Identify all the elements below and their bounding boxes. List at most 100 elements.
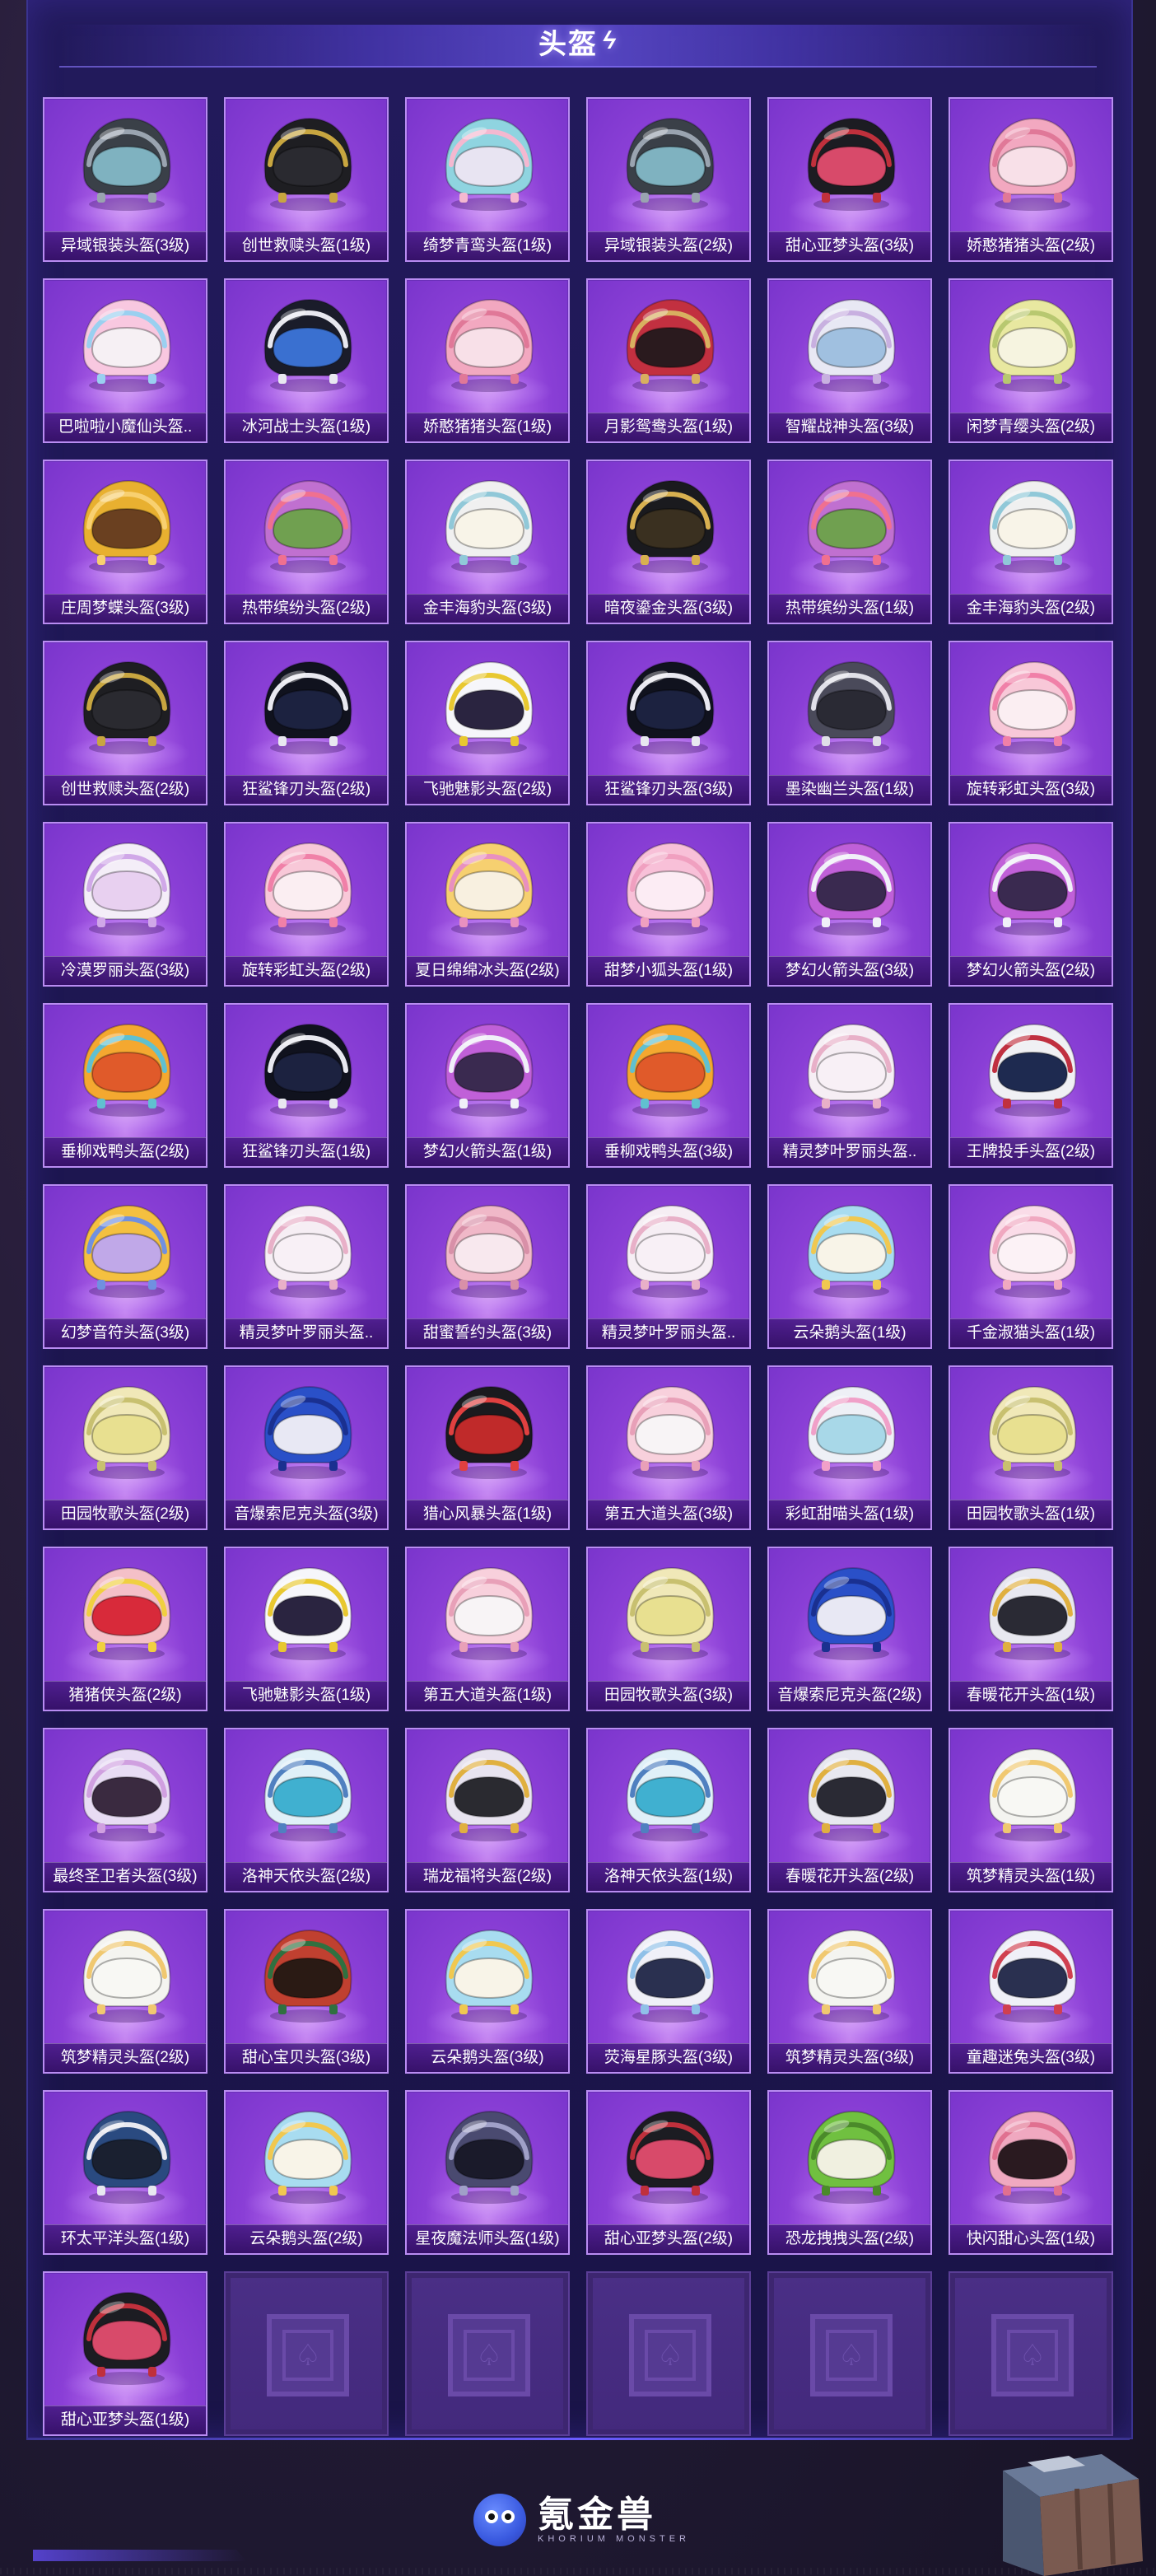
helmet-card[interactable]: 创世救赎头盔(2级) [43,641,207,805]
helmet-card[interactable]: 狂鲨锋刃头盔(3级) [586,641,751,805]
helmet-icon [445,1566,534,1660]
helmet-card[interactable]: 冰河战士头盔(1级) [224,278,389,443]
helmet-card[interactable]: 第五大道头盔(1级) [405,1547,570,1711]
helmet-icon [82,1023,171,1117]
helmet-card[interactable]: 绮梦青鸾头盔(1级) [405,97,570,262]
helmet-name: 墨染幽兰头盔(1级) [769,775,930,804]
helmet-card[interactable]: 甜心宝贝头盔(3级) [224,1909,389,2074]
helmet-card[interactable]: 洛神天依头盔(1级) [586,1728,751,1892]
helmet-card[interactable]: 荧海星豚头盔(3级) [586,1909,751,2074]
helmet-card[interactable]: 幻梦音符头盔(3级) [43,1184,207,1349]
helmet-card[interactable]: 精灵梦叶罗丽头盔.. [767,1003,932,1168]
helmet-icon [263,1566,352,1660]
helmet-card[interactable]: 创世救赎头盔(1级) [224,97,389,262]
helmet-icon [445,1385,534,1479]
helmet-name: 梦幻火箭头盔(2级) [950,956,1112,985]
helmet-card[interactable]: 田园牧歌头盔(3级) [586,1547,751,1711]
helmet-card[interactable]: 筑梦精灵头盔(2级) [43,1909,207,2074]
airdrop-placeholder-icon: ♤ [810,2314,893,2396]
helmet-icon [807,1204,896,1298]
helmet-card[interactable]: 最终圣卫者头盔(3级) [43,1728,207,1892]
helmet-card[interactable]: 快闪甜心头盔(1级) [949,2090,1113,2255]
helmet-name: 狂鲨锋刃头盔(3级) [588,775,749,804]
helmet-card[interactable]: 狂鲨锋刃头盔(2级) [224,641,389,805]
helmet-card[interactable]: 猎心风暴头盔(1级) [405,1365,570,1530]
helmet-card[interactable]: 垂柳戏鸭头盔(3级) [586,1003,751,1168]
helmet-card[interactable]: 王牌投手头盔(2级) [949,1003,1113,1168]
helmet-name: 彩虹甜喵头盔(1级) [769,1500,930,1528]
helmet-card[interactable]: 甜心亚梦头盔(2级) [586,2090,751,2255]
helmet-card[interactable]: 春暖花开头盔(2级) [767,1728,932,1892]
helmet-icon [445,2110,534,2204]
helmet-card[interactable]: 热带缤纷头盔(2级) [224,460,389,624]
helmet-card[interactable]: 冷漠罗丽头盔(3级) [43,822,207,987]
helmet-card[interactable]: 音爆索尼克头盔(3级) [224,1365,389,1530]
helmet-card[interactable]: 巴啦啦小魔仙头盔.. [43,278,207,443]
helmet-card[interactable]: 梦幻火箭头盔(1级) [405,1003,570,1168]
helmet-name: 洛神天依头盔(1级) [588,1862,749,1891]
helmet-card[interactable]: 娇憨猪猪头盔(2级) [949,97,1113,262]
empty-slot: ♤ [949,2271,1113,2436]
helmet-card[interactable]: 筑梦精灵头盔(1级) [949,1728,1113,1892]
helmet-card[interactable]: 甜蜜誓约头盔(3级) [405,1184,570,1349]
helmet-card[interactable]: 云朵鹅头盔(1级) [767,1184,932,1349]
helmet-card[interactable]: 筑梦精灵头盔(3级) [767,1909,932,2074]
helmet-card[interactable]: 云朵鹅头盔(3级) [405,1909,570,2074]
helmet-card[interactable]: 第五大道头盔(3级) [586,1365,751,1530]
helmet-card[interactable]: 闲梦青缨头盔(2级) [949,278,1113,443]
helmet-card[interactable]: 梦幻火箭头盔(2级) [949,822,1113,987]
helmet-card[interactable]: 垂柳戏鸭头盔(2级) [43,1003,207,1168]
helmet-card[interactable]: 音爆索尼克头盔(2级) [767,1547,932,1711]
helmet-card[interactable]: 田园牧歌头盔(2级) [43,1365,207,1530]
helmet-icon [82,1385,171,1479]
helmet-card[interactable]: 热带缤纷头盔(1级) [767,460,932,624]
helmet-card[interactable]: 洛神天依头盔(2级) [224,1728,389,1892]
helmet-card[interactable]: 精灵梦叶罗丽头盔.. [586,1184,751,1349]
helmet-card[interactable]: 甜梦小狐头盔(1级) [586,822,751,987]
helmet-card[interactable]: 恐龙拽拽头盔(2级) [767,2090,932,2255]
helmet-grid: 异域银装头盔(3级) 创世救赎头盔(1级) 绮梦青鸾头盔(1级) 异域银装头盔(2级)… [43,97,1113,2436]
helmet-card[interactable]: 猪猪侠头盔(2级) [43,1547,207,1711]
helmet-card[interactable]: 娇憨猪猪头盔(1级) [405,278,570,443]
helmet-card[interactable]: 异域银装头盔(3级) [43,97,207,262]
helmet-icon [807,660,896,754]
helmet-card[interactable]: 金丰海豹头盔(3级) [405,460,570,624]
helmet-card[interactable]: 异域银装头盔(2级) [586,97,751,262]
helmet-card[interactable]: 墨染幽兰头盔(1级) [767,641,932,805]
helmet-card[interactable]: 飞驰魅影头盔(2级) [405,641,570,805]
helmet-card[interactable]: 彩虹甜喵头盔(1级) [767,1365,932,1530]
helmet-card[interactable]: 精灵梦叶罗丽头盔.. [224,1184,389,1349]
helmet-name: 旋转彩虹头盔(2级) [226,956,387,985]
helmet-card[interactable]: 狂鲨锋刃头盔(1级) [224,1003,389,1168]
helmet-name: 热带缤纷头盔(1级) [769,594,930,623]
helmet-card[interactable]: 甜心亚梦头盔(3级) [767,97,932,262]
helmet-card[interactable]: 庄周梦蝶头盔(3级) [43,460,207,624]
helmet-card[interactable]: 春暖花开头盔(1级) [949,1547,1113,1711]
helmet-icon [626,1929,715,2023]
helmet-card[interactable]: 童趣迷兔头盔(3级) [949,1909,1113,2074]
helmet-icon [626,2110,715,2204]
helmet-icon [445,1023,534,1117]
helmet-card[interactable]: 夏日绵绵冰头盔(2级) [405,822,570,987]
helmet-card[interactable]: 环太平洋头盔(1级) [43,2090,207,2255]
helmet-name: 精灵梦叶罗丽头盔.. [769,1137,930,1166]
helmet-card[interactable]: 金丰海豹头盔(2级) [949,460,1113,624]
helmet-card[interactable]: 云朵鹅头盔(2级) [224,2090,389,2255]
helmet-icon [626,479,715,573]
helmet-card[interactable]: 旋转彩虹头盔(3级) [949,641,1113,805]
helmet-icon [263,1204,352,1298]
helmet-card[interactable]: 瑞龙福将头盔(2级) [405,1728,570,1892]
helmet-card[interactable]: 月影鸳鸯头盔(1级) [586,278,751,443]
helmet-card[interactable]: 暗夜鎏金头盔(3级) [586,460,751,624]
helmet-card[interactable]: 旋转彩虹头盔(2级) [224,822,389,987]
helmet-card[interactable]: 智耀战神头盔(3级) [767,278,932,443]
helmet-card[interactable]: 千金淑猫头盔(1级) [949,1184,1113,1349]
helmet-icon [82,1204,171,1298]
helmet-name: 梦幻火箭头盔(3级) [769,956,930,985]
helmet-card[interactable]: 梦幻火箭头盔(3级) [767,822,932,987]
helmet-name: 智耀战神头盔(3级) [769,413,930,441]
helmet-card[interactable]: 田园牧歌头盔(1级) [949,1365,1113,1530]
helmet-card[interactable]: 甜心亚梦头盔(1级) [43,2271,207,2436]
helmet-card[interactable]: 星夜魔法师头盔(1级) [405,2090,570,2255]
helmet-card[interactable]: 飞驰魅影头盔(1级) [224,1547,389,1711]
